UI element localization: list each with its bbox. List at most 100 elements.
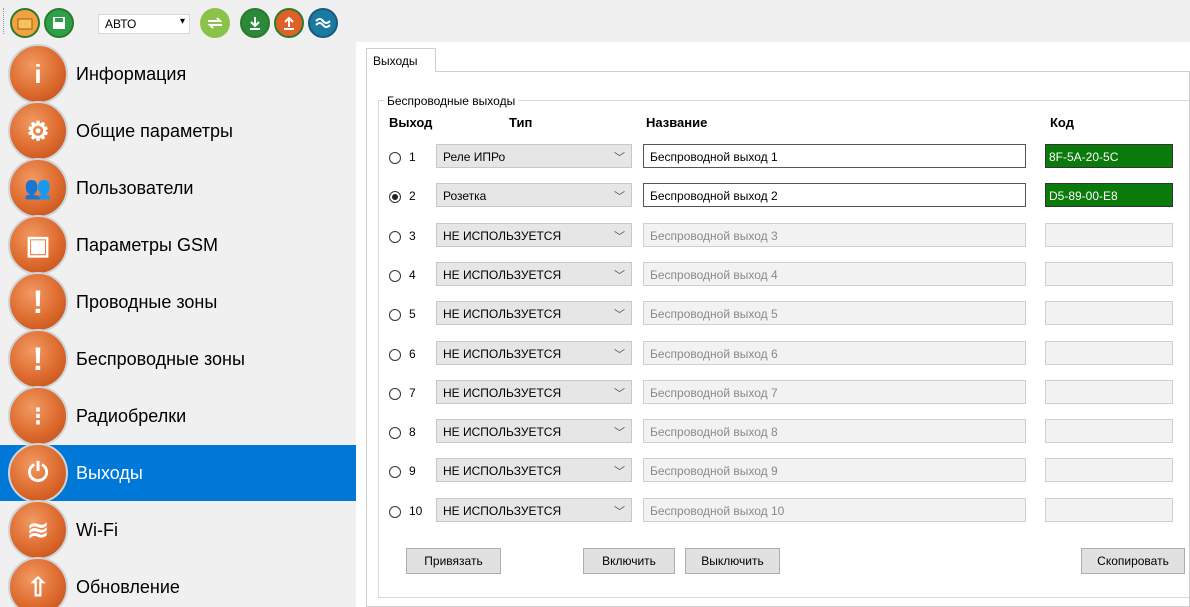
sidebar-item-label: Проводные зоны xyxy=(76,291,218,312)
output-radio[interactable] xyxy=(389,191,401,203)
output-radio[interactable] xyxy=(389,466,401,478)
output-type-select[interactable]: НЕ ИСПОЛЬЗУЕТСЯ ﹀ xyxy=(436,419,632,443)
output-number: 1 xyxy=(409,150,416,164)
connect-icon[interactable] xyxy=(308,8,338,38)
output-name-field[interactable]: Беспроводной выход 7 xyxy=(643,380,1026,404)
column-header-name: Название xyxy=(646,115,708,130)
output-number: 10 xyxy=(409,504,423,518)
output-name-field[interactable]: Беспроводной выход 5 xyxy=(643,301,1026,325)
output-type-select[interactable]: НЕ ИСПОЛЬЗУЕТСЯ ﹀ xyxy=(436,380,632,404)
sidebar-item-users[interactable]: 👥 Пользователи xyxy=(0,158,356,218)
output-code-field: 8F-5A-20-5C xyxy=(1045,144,1173,168)
chevron-down-icon: ﹀ xyxy=(614,152,625,164)
wifi-icon: ≋ xyxy=(8,500,68,560)
chevron-down-icon: ﹀ xyxy=(614,270,625,282)
chevron-down-icon: ﹀ xyxy=(614,231,625,243)
output-radio[interactable] xyxy=(389,231,401,243)
sidebar: i Информация ⚙ Общие параметры 👥 Пользов… xyxy=(0,42,356,607)
sidebar-item-label: Радиобрелки xyxy=(76,405,187,426)
output-code-field xyxy=(1045,458,1173,482)
output-code-field xyxy=(1045,341,1173,365)
output-name-field[interactable]: Беспроводной выход 10 xyxy=(643,498,1026,522)
wired-zone-icon: ! xyxy=(8,272,68,332)
output-code-field xyxy=(1045,301,1173,325)
tab-outputs[interactable]: Выходы xyxy=(366,48,436,72)
sidebar-item-update[interactable]: ⇧ Обновление xyxy=(0,557,356,607)
output-radio[interactable] xyxy=(389,427,401,439)
toolbar: АВТО ▾ xyxy=(0,0,1190,42)
sidebar-item-wired-zones[interactable]: ! Проводные зоны xyxy=(0,272,356,332)
output-number: 5 xyxy=(409,307,416,321)
sidebar-item-keyfobs[interactable]: ⁝ Радиобрелки xyxy=(0,386,356,446)
toolbar-grip xyxy=(3,8,5,34)
output-name-field[interactable]: Беспроводной выход 6 xyxy=(643,341,1026,365)
wireless-zone-icon: ! xyxy=(8,329,68,389)
users-icon: 👥 xyxy=(8,158,68,218)
sidebar-item-label: Параметры GSM xyxy=(76,234,218,255)
output-type-select[interactable]: НЕ ИСПОЛЬЗУЕТСЯ ﹀ xyxy=(436,458,632,482)
column-header-code: Код xyxy=(1050,115,1074,130)
sidebar-item-label: Выходы xyxy=(76,462,143,483)
transfer-icon[interactable] xyxy=(200,8,230,38)
sidebar-item-gsm[interactable]: ▣ Параметры GSM xyxy=(0,215,356,275)
output-type-value: НЕ ИСПОЛЬЗУЕТСЯ xyxy=(443,504,562,518)
chevron-down-icon: ﹀ xyxy=(614,466,625,478)
chevron-down-icon: ﹀ xyxy=(614,506,625,518)
output-name-field[interactable]: Беспроводной выход 8 xyxy=(643,419,1026,443)
output-type-select[interactable]: НЕ ИСПОЛЬЗУЕТСЯ ﹀ xyxy=(436,341,632,365)
wrench-icon: ⚙ xyxy=(8,101,68,161)
output-radio[interactable] xyxy=(389,309,401,321)
output-name-field[interactable]: Беспроводной выход 9 xyxy=(643,458,1026,482)
mode-select[interactable]: АВТО ▾ xyxy=(98,14,190,34)
output-number: 9 xyxy=(409,464,416,478)
output-type-value: НЕ ИСПОЛЬЗУЕТСЯ xyxy=(443,464,562,478)
output-radio[interactable] xyxy=(389,152,401,164)
output-type-select[interactable]: НЕ ИСПОЛЬЗУЕТСЯ ﹀ xyxy=(436,223,632,247)
output-number: 8 xyxy=(409,425,416,439)
output-code-field xyxy=(1045,223,1173,247)
sidebar-item-general[interactable]: ⚙ Общие параметры xyxy=(0,101,356,161)
sidebar-item-outputs[interactable]: ⏻ Выходы xyxy=(0,443,356,503)
output-type-select[interactable]: НЕ ИСПОЛЬЗУЕТСЯ ﹀ xyxy=(436,498,632,522)
sidebar-item-information[interactable]: i Информация xyxy=(0,44,356,104)
output-type-select[interactable]: Розетка ﹀ xyxy=(436,183,632,207)
copy-button[interactable]: Скопировать xyxy=(1081,548,1185,574)
output-number: 2 xyxy=(409,189,416,203)
output-code-field: D5-89-00-E8 xyxy=(1045,183,1173,207)
output-radio[interactable] xyxy=(389,270,401,282)
output-radio[interactable] xyxy=(389,388,401,400)
sidebar-item-label: Пользователи xyxy=(76,177,194,198)
output-code-field xyxy=(1045,498,1173,522)
turn-on-button[interactable]: Включить xyxy=(583,548,675,574)
output-name-field[interactable]: Беспроводной выход 3 xyxy=(643,223,1026,247)
keyfob-icon: ⁝ xyxy=(8,386,68,446)
mode-select-value: АВТО xyxy=(105,17,137,31)
sim-card-icon: ▣ xyxy=(8,215,68,275)
output-name-field[interactable]: Беспроводной выход 4 xyxy=(643,262,1026,286)
chevron-down-icon: ﹀ xyxy=(614,427,625,439)
output-type-select[interactable]: НЕ ИСПОЛЬЗУЕТСЯ ﹀ xyxy=(436,301,632,325)
sidebar-item-label: Wi-Fi xyxy=(76,519,118,540)
sidebar-item-label: Общие параметры xyxy=(76,120,233,141)
sidebar-item-wireless-zones[interactable]: ! Беспроводные зоны xyxy=(0,329,356,389)
group-title: Беспроводные выходы xyxy=(384,94,519,108)
folder-open-icon[interactable] xyxy=(10,8,40,38)
bind-button[interactable]: Привязать xyxy=(406,548,501,574)
output-number: 3 xyxy=(409,229,416,243)
output-name-field[interactable]: Беспроводной выход 2 xyxy=(643,183,1026,207)
output-radio[interactable] xyxy=(389,506,401,518)
turn-off-button[interactable]: Выключить xyxy=(685,548,780,574)
sidebar-item-label: Обновление xyxy=(76,576,180,597)
sidebar-item-label: Информация xyxy=(76,63,187,84)
upload-icon[interactable] xyxy=(274,8,304,38)
chevron-down-icon: ﹀ xyxy=(614,388,625,400)
output-name-field[interactable]: Беспроводной выход 1 xyxy=(643,144,1026,168)
save-icon[interactable] xyxy=(44,8,74,38)
output-type-select[interactable]: НЕ ИСПОЛЬЗУЕТСЯ ﹀ xyxy=(436,262,632,286)
output-radio[interactable] xyxy=(389,349,401,361)
chevron-down-icon: ▾ xyxy=(179,16,185,27)
download-icon[interactable] xyxy=(240,8,270,38)
update-icon: ⇧ xyxy=(8,557,68,607)
sidebar-item-wifi[interactable]: ≋ Wi-Fi xyxy=(0,500,356,560)
output-type-select[interactable]: Реле ИПРо ﹀ xyxy=(436,144,632,168)
